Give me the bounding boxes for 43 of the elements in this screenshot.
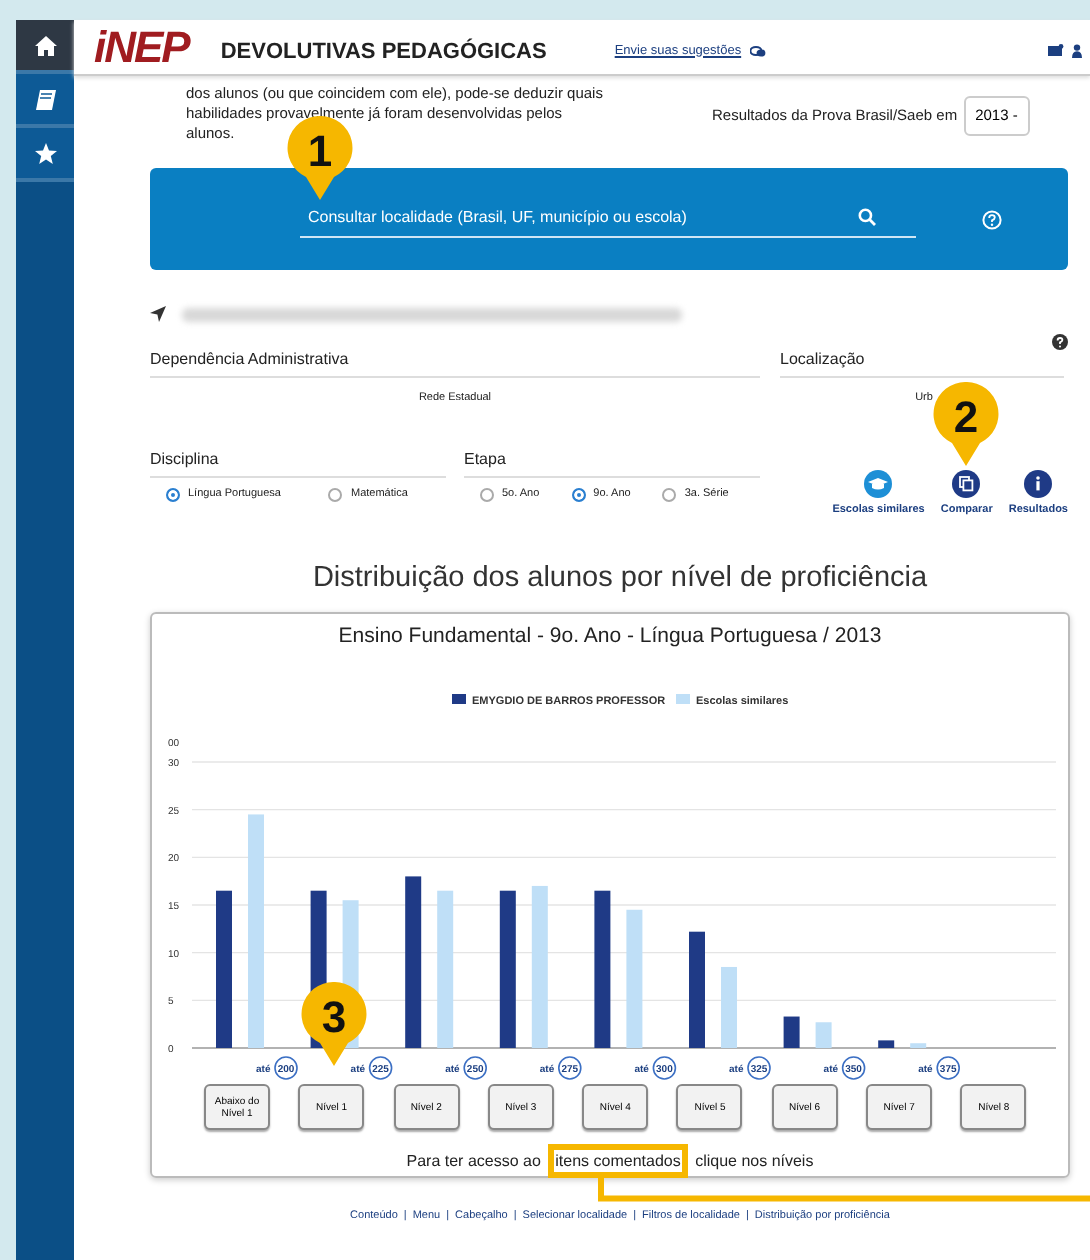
copy-icon [952, 470, 981, 499]
bar [783, 1016, 800, 1048]
callout-marker: 3 [300, 982, 368, 1066]
sidebar-item[interactable] [16, 128, 74, 182]
callout-marker: 1 [286, 116, 354, 200]
help-icon[interactable] [1052, 334, 1068, 350]
items-link[interactable]: itens comentados [555, 1152, 681, 1170]
chart-title: Ensino Fundamental - 9o. Ano - Língua Portuguesa / 2013 [336, 622, 884, 653]
location-arrow-icon [150, 306, 166, 322]
radio-button[interactable] [571, 487, 586, 502]
field-label: Dependência Administrativa [150, 348, 760, 378]
radio-button[interactable] [662, 487, 677, 502]
radio-button[interactable] [480, 487, 494, 502]
field-label: Localização [780, 348, 1064, 378]
bar [910, 1043, 927, 1048]
logo: iNEP [94, 25, 189, 69]
user-icon[interactable] [1072, 44, 1082, 58]
search-field[interactable]: Consultar localidade (Brasil, UF, município ou escola) [300, 200, 916, 238]
radio-button[interactable] [166, 487, 180, 502]
info-icon [1024, 470, 1053, 499]
book-icon [33, 87, 57, 111]
search-icon[interactable] [858, 208, 876, 226]
sidebar-item[interactable] [16, 74, 74, 128]
caption-text: clique nos níveis [693, 1152, 814, 1170]
highlight-frame [547, 1144, 689, 1178]
bar [878, 1040, 895, 1048]
bar [689, 931, 705, 1048]
section-heading: Distribuição dos alunos por nível de proficiência [310, 559, 930, 597]
sidebar-item[interactable] [16, 20, 74, 74]
radio-button[interactable] [328, 487, 343, 502]
graduation-cap-icon [864, 470, 893, 499]
star-icon [33, 141, 57, 165]
callout-marker: 2 [932, 382, 1000, 466]
bar [815, 1022, 832, 1048]
field-label: Etapa [464, 448, 760, 479]
chat-icon [749, 45, 766, 57]
caption-text: Para ter acesso ao [406, 1152, 543, 1170]
app-title: DEVOLUTIVAS PEDAGÓGICAS [220, 36, 547, 69]
mail-icon[interactable] [1048, 44, 1064, 58]
bar [721, 966, 737, 1048]
field-label: Disciplina [150, 448, 446, 479]
bar [626, 909, 643, 1048]
home-icon [33, 33, 57, 57]
